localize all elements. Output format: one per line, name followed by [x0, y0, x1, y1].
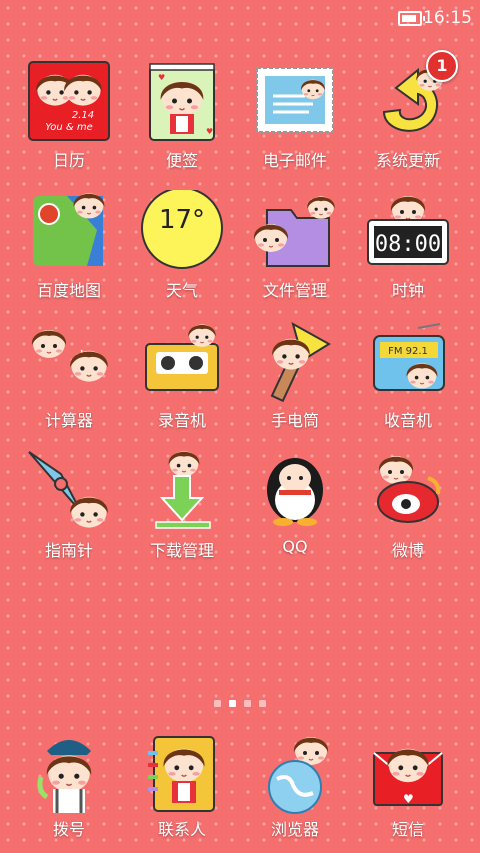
app-label: 微博	[391, 541, 424, 560]
app-calculator[interactable]: + 计算器	[14, 320, 124, 440]
page-dot[interactable]	[244, 700, 251, 707]
app-label: 电子邮件	[262, 151, 327, 170]
app-label: 下载管理	[149, 541, 214, 560]
app-label: 时钟	[391, 281, 424, 300]
globe-icon	[253, 733, 337, 817]
weibo-icon	[366, 450, 450, 534]
app-label: 手电筒	[270, 411, 319, 430]
cassette-icon	[140, 320, 224, 404]
svg-text:♥: ♥	[158, 73, 165, 82]
app-qq[interactable]: QQ	[240, 450, 350, 570]
app-label: 录音机	[157, 411, 206, 430]
map-icon	[27, 190, 111, 274]
app-flashlight[interactable]: 手电筒	[240, 320, 350, 440]
calendar-caption-text: You & me	[45, 122, 93, 133]
app-label: 天气	[165, 281, 198, 300]
phone-icon	[27, 733, 111, 817]
clock-time-display: 08:00	[375, 232, 441, 257]
app-label: 系统更新	[375, 151, 440, 170]
dock-contacts[interactable]: 联系人	[127, 733, 237, 853]
app-label: 短信	[391, 820, 424, 839]
calendar-icon: 2.14 You & me	[27, 60, 111, 144]
page-dot-active[interactable]	[229, 700, 236, 707]
notes-icon: ♥ ♥	[140, 60, 224, 144]
clock-icon: 08:00	[366, 190, 450, 274]
weather-icon: 17°	[140, 187, 224, 274]
app-label: QQ	[282, 537, 308, 556]
calendar-date-text: 2.14	[72, 110, 94, 121]
app-download-manager[interactable]: 下载管理	[127, 450, 237, 570]
app-notes[interactable]: ♥ ♥ 便签	[127, 60, 237, 180]
app-clock[interactable]: 08:00 时钟	[353, 190, 463, 310]
app-recorder[interactable]: 录音机	[127, 320, 237, 440]
app-label: 百度地图	[36, 281, 101, 300]
envelope-icon: ♥	[366, 733, 450, 817]
app-baidu-map[interactable]: 百度地图	[14, 190, 124, 310]
email-icon	[253, 60, 337, 144]
qq-penguin-icon	[253, 450, 337, 534]
page-dot[interactable]	[214, 700, 221, 707]
update-badge: 1	[426, 50, 458, 82]
app-label: 日历	[52, 151, 85, 170]
battery-level-fill	[402, 15, 416, 22]
status-bar: 16:15	[0, 0, 480, 36]
app-label: 计算器	[44, 411, 93, 430]
calculator-icon: +	[27, 320, 111, 404]
app-weibo[interactable]: 微博	[353, 450, 463, 570]
battery-icon	[398, 11, 425, 26]
svg-text:♥: ♥	[403, 792, 414, 806]
app-label: 拨号	[52, 820, 85, 839]
radio-frequency: FM 92.1	[388, 346, 428, 357]
app-calendar[interactable]: 2.14 You & me 日历	[14, 60, 124, 180]
folder-icon	[253, 190, 337, 274]
app-system-update[interactable]: 1 系统更新	[353, 50, 463, 180]
update-icon: 1	[366, 50, 458, 144]
app-label: 便签	[165, 151, 198, 170]
weather-temperature: 17°	[159, 205, 205, 235]
contacts-icon	[140, 733, 224, 817]
dock-dialer[interactable]: 拨号	[14, 733, 124, 853]
svg-text:♥: ♥	[206, 127, 213, 136]
app-compass[interactable]: 指南针	[14, 450, 124, 570]
flashlight-icon	[253, 320, 337, 404]
dock-browser[interactable]: 浏览器	[240, 733, 350, 853]
app-label: 文件管理	[262, 281, 327, 300]
app-label: 联系人	[157, 820, 206, 839]
app-radio[interactable]: FM 92.1 收音机	[353, 320, 463, 440]
app-label: 浏览器	[270, 820, 319, 839]
radio-icon: FM 92.1	[366, 320, 450, 404]
app-email[interactable]: 电子邮件	[240, 60, 350, 180]
download-icon	[140, 450, 224, 534]
app-label: 指南针	[44, 541, 93, 560]
app-label: 收音机	[383, 411, 432, 430]
status-time: 16:15	[423, 8, 472, 28]
dock-messages[interactable]: ♥ 短信	[353, 733, 463, 853]
compass-icon	[27, 450, 111, 534]
page-dot[interactable]	[259, 700, 266, 707]
app-weather[interactable]: 17° 天气	[127, 187, 237, 310]
app-file-manager[interactable]: 文件管理	[240, 190, 350, 310]
page-indicator	[0, 700, 480, 710]
